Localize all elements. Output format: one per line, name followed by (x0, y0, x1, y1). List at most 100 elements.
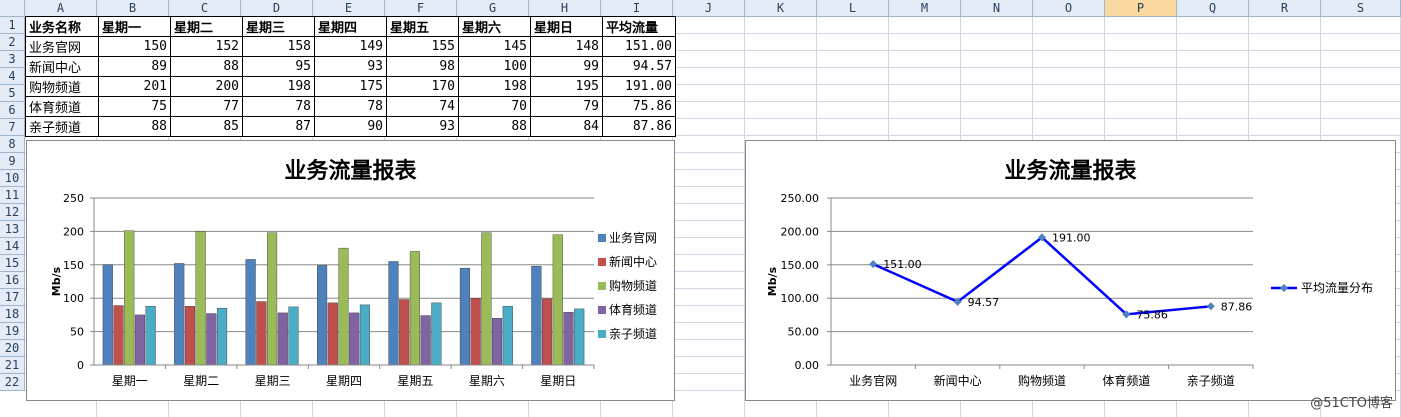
row-header-8[interactable]: 8 (0, 136, 25, 153)
column-header-c[interactable]: C (169, 0, 241, 17)
table-cell[interactable]: 75.86 (602, 96, 676, 117)
table-cell[interactable]: 75 (98, 96, 171, 117)
table-cell[interactable]: 145 (458, 36, 531, 57)
column-header-i[interactable]: I (601, 0, 673, 17)
column-header-g[interactable]: G (457, 0, 529, 17)
table-cell[interactable]: 74 (386, 96, 459, 117)
table-cell[interactable]: 98 (386, 56, 459, 77)
column-header-d[interactable]: D (241, 0, 313, 17)
column-header-h[interactable]: H (529, 0, 601, 17)
bar-业务官网-星期一 (102, 264, 113, 366)
header-cell[interactable]: 星期四 (314, 16, 387, 37)
header-cell[interactable]: 星期三 (242, 16, 315, 37)
row-header-7[interactable]: 7 (0, 119, 25, 136)
table-cell[interactable]: 152 (170, 36, 243, 57)
row-header-11[interactable]: 11 (0, 187, 25, 204)
table-cell[interactable]: 购物频道 (25, 76, 99, 97)
table-cell[interactable]: 87 (242, 116, 315, 137)
table-cell[interactable]: 200 (170, 76, 243, 97)
line-chart[interactable]: 业务流量报表 0.00 50.00 100.00 150.00 200.00 250.00… (745, 140, 1396, 401)
column-header-r[interactable]: R (1249, 0, 1321, 17)
table-cell[interactable]: 150 (98, 36, 171, 57)
table-cell[interactable]: 85 (170, 116, 243, 137)
column-header-o[interactable]: O (1033, 0, 1105, 17)
table-cell[interactable]: 88 (170, 56, 243, 77)
table-cell[interactable]: 148 (530, 36, 603, 57)
header-cell[interactable]: 星期二 (170, 16, 243, 37)
row-header-4[interactable]: 4 (0, 68, 25, 85)
table-cell[interactable]: 79 (530, 96, 603, 117)
row-header-19[interactable]: 19 (0, 323, 25, 340)
table-cell[interactable]: 87.86 (602, 116, 676, 137)
row-header-2[interactable]: 2 (0, 34, 25, 51)
column-header-n[interactable]: N (961, 0, 1033, 17)
table-cell[interactable]: 151.00 (602, 36, 676, 57)
column-header-k[interactable]: K (745, 0, 817, 17)
column-header-s[interactable]: S (1321, 0, 1401, 17)
table-cell[interactable]: 158 (242, 36, 315, 57)
table-cell[interactable]: 99 (530, 56, 603, 77)
table-cell[interactable]: 195 (530, 76, 603, 97)
column-header-f[interactable]: F (385, 0, 457, 17)
table-cell[interactable]: 198 (242, 76, 315, 97)
header-cell[interactable]: 平均流量 (602, 16, 676, 37)
column-header-j[interactable]: J (673, 0, 745, 17)
row-header-16[interactable]: 16 (0, 272, 25, 289)
row-header-13[interactable]: 13 (0, 221, 25, 238)
table-cell[interactable]: 191.00 (602, 76, 676, 97)
row-header-22[interactable]: 22 (0, 374, 25, 391)
header-cell[interactable]: 星期日 (530, 16, 603, 37)
table-cell[interactable]: 78 (314, 96, 387, 117)
table-cell[interactable]: 84 (530, 116, 603, 137)
table-cell[interactable]: 业务官网 (25, 36, 99, 57)
column-header-q[interactable]: Q (1177, 0, 1249, 17)
table-cell[interactable]: 新闻中心 (25, 56, 99, 77)
header-cell[interactable]: 星期五 (386, 16, 459, 37)
column-header-l[interactable]: L (817, 0, 889, 17)
row-header-18[interactable]: 18 (0, 306, 25, 323)
row-header-1[interactable]: 1 (0, 17, 25, 34)
table-cell[interactable]: 201 (98, 76, 171, 97)
table-cell[interactable]: 95 (242, 56, 315, 77)
row-header-17[interactable]: 17 (0, 289, 25, 306)
table-cell[interactable]: 89 (98, 56, 171, 77)
header-cell[interactable]: 星期一 (98, 16, 171, 37)
table-cell[interactable]: 155 (386, 36, 459, 57)
table-cell[interactable]: 170 (386, 76, 459, 97)
table-cell[interactable]: 78 (242, 96, 315, 117)
table-cell[interactable]: 77 (170, 96, 243, 117)
column-header-p[interactable]: P (1105, 0, 1177, 17)
table-cell[interactable]: 100 (458, 56, 531, 77)
row-header-3[interactable]: 3 (0, 51, 25, 68)
row-header-9[interactable]: 9 (0, 153, 25, 170)
header-cell[interactable]: 业务名称 (25, 16, 99, 37)
bar-chart[interactable]: 业务流量报表 0 50 100 150 200 250 Mb/s 星期一 星期二 星期三 星期四 星期… (26, 140, 675, 401)
row-header-21[interactable]: 21 (0, 357, 25, 374)
table-cell[interactable]: 88 (458, 116, 531, 137)
table-cell[interactable]: 88 (98, 116, 171, 137)
column-header-b[interactable]: B (97, 0, 169, 17)
table-cell[interactable]: 198 (458, 76, 531, 97)
table-cell[interactable]: 70 (458, 96, 531, 117)
column-header-a[interactable]: A (25, 0, 97, 17)
row-header-15[interactable]: 15 (0, 255, 25, 272)
table-cell[interactable]: 93 (314, 56, 387, 77)
table-cell[interactable]: 94.57 (602, 56, 676, 77)
bar-购物频道-星期二 (195, 231, 206, 366)
table-cell[interactable]: 体育频道 (25, 96, 99, 117)
row-header-5[interactable]: 5 (0, 85, 25, 102)
row-header-10[interactable]: 10 (0, 170, 25, 187)
header-cell[interactable]: 星期六 (458, 16, 531, 37)
table-cell[interactable]: 亲子频道 (25, 116, 99, 137)
table-cell[interactable]: 175 (314, 76, 387, 97)
table-cell[interactable]: 93 (386, 116, 459, 137)
row-header-12[interactable]: 12 (0, 204, 25, 221)
column-header-e[interactable]: E (313, 0, 385, 17)
table-cell[interactable]: 149 (314, 36, 387, 57)
row-header-14[interactable]: 14 (0, 238, 25, 255)
row-header-6[interactable]: 6 (0, 102, 25, 119)
table-cell[interactable]: 90 (314, 116, 387, 137)
row-header-20[interactable]: 20 (0, 340, 25, 357)
select-all-corner[interactable] (0, 0, 25, 17)
column-header-m[interactable]: M (889, 0, 961, 17)
